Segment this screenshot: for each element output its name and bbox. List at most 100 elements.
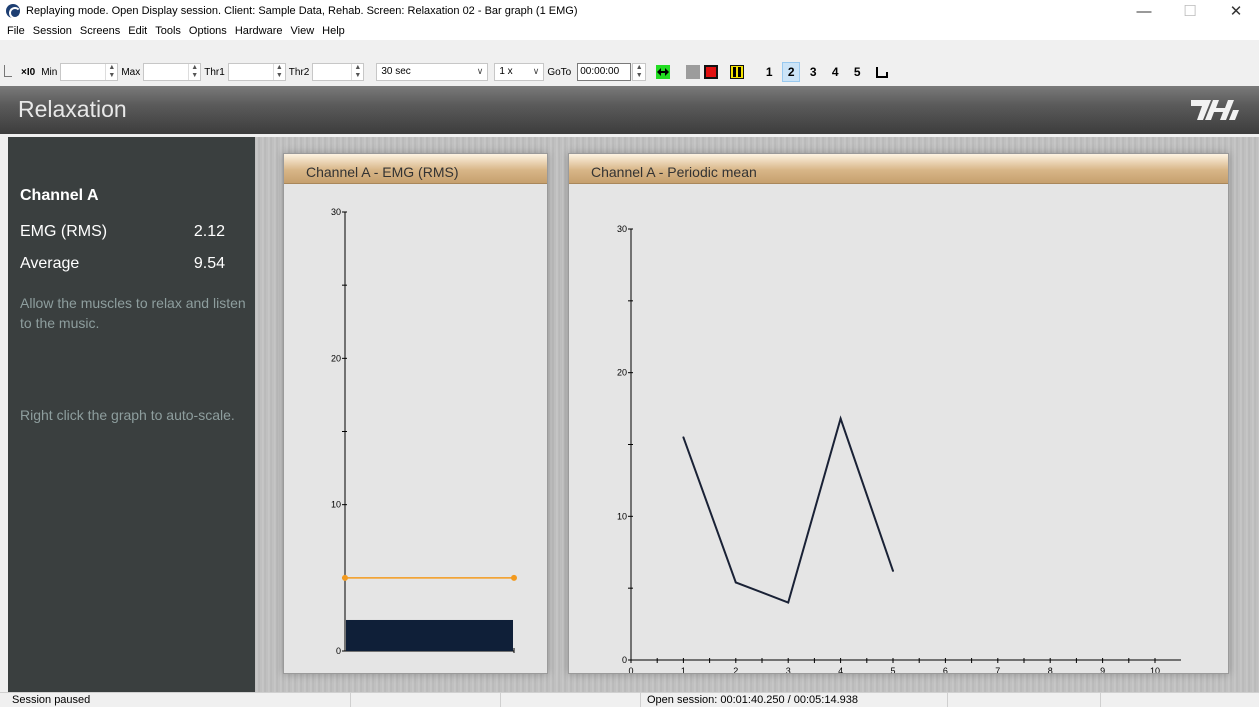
record-stop-icon[interactable]	[704, 65, 719, 79]
pause-icon[interactable]	[730, 65, 745, 79]
step-icon[interactable]	[876, 66, 889, 78]
stop-gray-icon[interactable]	[686, 65, 701, 79]
threshold-handle-right	[511, 574, 517, 581]
axis-icon[interactable]	[4, 65, 12, 77]
screen-button-5[interactable]: 5	[848, 62, 866, 82]
x-tick-label: 2	[733, 666, 738, 673]
x-tick-label: 6	[943, 666, 948, 673]
close-button[interactable]: ✕	[1213, 0, 1259, 22]
logo-icon	[1191, 100, 1239, 120]
menu-file[interactable]: File	[3, 25, 29, 37]
thr2-input[interactable]: ▲ ▼	[312, 63, 365, 81]
y-tick-label: 0	[622, 655, 627, 665]
bar-panel-title: Channel A - EMG (RMS)	[284, 154, 547, 184]
y-tick-label: 30	[617, 224, 627, 234]
menu-tools[interactable]: Tools	[151, 25, 185, 37]
y-tick-label: 30	[331, 207, 341, 217]
autoscale-hint: Right click the graph to auto-scale.	[20, 407, 235, 423]
bar-chart[interactable]: 0 10 20 30	[284, 184, 547, 673]
title-bar: Replaying mode. Open Display session. Cl…	[0, 0, 1259, 22]
status-bar: Session paused Open session: 00:01:40.25…	[0, 692, 1259, 707]
screen-title: Relaxation	[18, 96, 127, 122]
emg-rms-label: EMG (RMS)	[20, 223, 108, 240]
line-panel-title: Channel A - Periodic mean	[569, 154, 1228, 184]
line-chart[interactable]: 0 10 20 30 0 1 2 3 4 5 6 7 8 9 10	[569, 184, 1228, 676]
emg-rms-row: EMG (RMS) 2.12	[20, 223, 225, 241]
window-title: Replaying mode. Open Display session. Cl…	[26, 5, 578, 17]
average-value: 9.54	[193, 255, 225, 272]
status-left: Session paused	[12, 694, 91, 706]
app-icon	[6, 4, 21, 19]
periodic-mean-point	[682, 436, 685, 439]
menu-options[interactable]: Options	[185, 25, 231, 37]
bar-graph-panel[interactable]: Channel A - EMG (RMS) 0 10 20 30	[283, 153, 548, 674]
line-graph-panel[interactable]: Channel A - Periodic mean 0 10 20 30 0 1 2 3 4 5 6…	[568, 153, 1229, 676]
thr1-input[interactable]: ▲ ▼	[227, 63, 286, 81]
minimize-button[interactable]: —	[1121, 0, 1167, 22]
min-input[interactable]: ▲ ▼	[60, 63, 119, 81]
y-tick-label: 0	[336, 646, 341, 656]
average-label: Average	[20, 255, 80, 272]
average-row: Average 9.54	[20, 255, 225, 273]
sync-arrows-icon	[657, 68, 670, 76]
periodic-mean-point	[787, 601, 790, 604]
threshold-handle-left	[342, 574, 348, 581]
thr2-label: Thr2	[288, 66, 310, 78]
channel-title: Channel A	[20, 187, 99, 204]
min-label: Min	[41, 66, 58, 78]
menu-edit[interactable]: Edit	[124, 25, 151, 37]
x-tick-label: 0	[628, 666, 633, 673]
x-tick-label: 4	[838, 666, 843, 673]
screen-button-1[interactable]: 1	[760, 62, 778, 82]
screen-header: Relaxation	[0, 86, 1259, 134]
speed-select[interactable]: 1 x ∨	[494, 63, 545, 81]
periodic-mean-point	[734, 581, 737, 584]
left-info-panel: Channel A EMG (RMS) 2.12 Average 9.54 Al…	[8, 137, 255, 692]
x-tick-label: 7	[995, 666, 1000, 673]
periodic-mean-point	[892, 569, 894, 572]
relax-hint: Allow the muscles to relax and listen to…	[20, 295, 246, 331]
x-tick-label: 5	[890, 666, 895, 673]
step-shape-icon	[876, 67, 889, 78]
menu-bar: File Session Screens Edit Tools Options …	[0, 22, 1259, 40]
menu-screens[interactable]: Screens	[76, 25, 124, 37]
x-tick-label: 3	[786, 666, 791, 673]
maximize-button[interactable]: ☐	[1167, 0, 1213, 22]
screen-button-4[interactable]: 4	[826, 62, 844, 82]
status-session-time: Open session: 00:01:40.250 / 00:05:14.93…	[647, 694, 858, 706]
max-input[interactable]: ▲ ▼	[143, 63, 202, 81]
x10-button[interactable]: ×I0	[21, 67, 35, 78]
menu-session[interactable]: Session	[29, 25, 76, 37]
window-controls: — ☐ ✕	[1121, 0, 1259, 22]
speed-value: 1 x	[499, 66, 513, 77]
max-label: Max	[121, 66, 141, 78]
timebase-value: 30 sec	[381, 66, 411, 77]
periodic-mean-line	[682, 415, 894, 604]
emg-rms-bar	[346, 619, 513, 651]
toolbar: ×I0 Min ▲ ▼ Max ▲ ▼ Thr1 ▲ ▼ Thr2 ▲ ▼ 30 sec…	[0, 60, 1259, 84]
menu-hardware[interactable]: Hardware	[231, 25, 287, 37]
chevron-down-icon: ∨	[532, 66, 540, 76]
timebase-select[interactable]: 30 sec ∨	[376, 63, 489, 81]
periodic-mean-point	[839, 417, 842, 420]
thr1-label: Thr1	[204, 66, 225, 78]
chevron-down-icon: ∨	[476, 66, 484, 76]
x-tick-label: 10	[1150, 666, 1160, 673]
y-tick-label: 10	[331, 500, 341, 510]
y-tick-label: 10	[617, 511, 627, 521]
menu-view[interactable]: View	[287, 25, 319, 37]
x-tick-label: 9	[1100, 666, 1105, 673]
goto-time-input[interactable]: 00:00:00	[577, 63, 632, 81]
y-tick-label: 20	[617, 368, 627, 378]
menu-help[interactable]: Help	[318, 25, 349, 37]
y-tick-label: 20	[331, 353, 341, 363]
emg-rms-value: 2.12	[193, 223, 225, 240]
goto-label: GoTo	[547, 66, 572, 78]
x-tick-label: 1	[681, 666, 686, 673]
pause-bars-icon	[733, 67, 742, 77]
screen-button-2[interactable]: 2	[782, 62, 801, 82]
x-tick-label: 8	[1048, 666, 1053, 673]
sync-icon[interactable]	[656, 65, 671, 79]
goto-spinner[interactable]: ▲ ▼	[632, 63, 647, 81]
screen-button-3[interactable]: 3	[804, 62, 822, 82]
